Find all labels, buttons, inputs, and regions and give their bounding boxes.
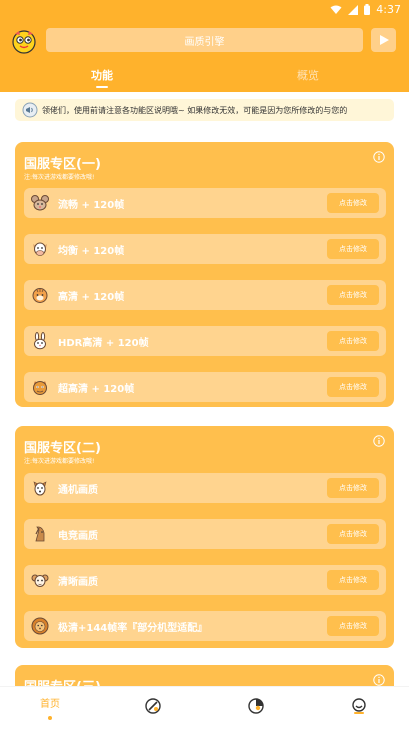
bottom-navigation: 首页 <box>0 686 409 729</box>
modify-button[interactable]: 点击修改 <box>327 331 379 351</box>
region-card-1: 国服专区(一) 注:每次进游戏都要修改哦! 流畅 + 120帧 点击修改 均衡 … <box>15 142 394 407</box>
card-note: 注:每次进游戏都要修改哦! <box>24 458 95 465</box>
tiger-icon <box>32 288 48 303</box>
list-item[interactable]: 清晰画质 点击修改 <box>24 565 386 595</box>
dragon-icon <box>33 381 47 395</box>
horse-icon <box>35 526 45 542</box>
pie-chart-icon <box>248 698 264 714</box>
region-card-2: 国服专区(二) 注:每次进游戏都要修改哦! 通机画质 点击修改 电竞画质 点击修… <box>15 426 394 648</box>
mouse-icon <box>31 195 49 211</box>
item-label: 清晰画质 <box>58 577 98 588</box>
modify-button[interactable]: 点击修改 <box>327 285 379 305</box>
card-title: 国服专区(二) <box>24 441 101 456</box>
page-title: 画质引擎 <box>184 36 225 48</box>
item-label: 极清+144帧率『部分机型适配』 <box>58 623 208 634</box>
modify-button[interactable]: 点击修改 <box>327 193 379 213</box>
tab-bar: 功能 概览 <box>0 64 409 92</box>
wifi-icon <box>330 5 342 14</box>
nav-home-label: 首页 <box>40 699 60 710</box>
cow-icon <box>33 242 47 256</box>
dog-icon <box>33 481 47 496</box>
list-item[interactable]: 均衡 + 120帧 点击修改 <box>24 234 386 264</box>
item-label: 超高清 + 120帧 <box>58 384 135 395</box>
list-item[interactable]: 流畅 + 120帧 点击修改 <box>24 188 386 218</box>
modify-button[interactable]: 点击修改 <box>327 478 379 498</box>
card-title: 国服专区(一) <box>24 157 101 172</box>
tools-icon <box>145 698 161 714</box>
megaphone-icon <box>22 102 38 118</box>
item-label: 高清 + 120帧 <box>58 292 125 303</box>
item-label: 通机画质 <box>58 485 98 496</box>
info-icon[interactable] <box>373 151 385 163</box>
nav-tools[interactable] <box>103 687 203 729</box>
modify-button[interactable]: 点击修改 <box>327 524 379 544</box>
page-title-bar: 画质引擎 <box>46 28 363 52</box>
battery-icon <box>364 4 371 15</box>
modify-button[interactable]: 点击修改 <box>327 377 379 397</box>
card-note: 注:每次进游戏都要修改哦! <box>24 174 95 181</box>
play-button[interactable] <box>371 28 396 52</box>
item-label: 均衡 + 120帧 <box>58 246 125 257</box>
info-icon[interactable] <box>373 435 385 447</box>
nav-active-dot <box>48 716 52 720</box>
item-label: 电竞画质 <box>58 531 98 542</box>
lion-icon <box>31 617 49 635</box>
status-time: 4:37 <box>376 3 401 16</box>
nav-stats[interactable] <box>206 687 306 729</box>
list-item[interactable]: 极清+144帧率『部分机型适配』 点击修改 <box>24 611 386 641</box>
list-item[interactable]: 电竞画质 点击修改 <box>24 519 386 549</box>
list-item[interactable]: 超高清 + 120帧 点击修改 <box>24 372 386 402</box>
list-item[interactable]: 通机画质 点击修改 <box>24 473 386 503</box>
play-icon <box>379 35 389 45</box>
tab-overview[interactable]: 概览 <box>297 67 319 83</box>
modify-button[interactable]: 点击修改 <box>327 616 379 636</box>
status-bar: 4:37 <box>0 0 409 20</box>
tab-active-indicator <box>96 86 108 88</box>
profile-icon <box>352 698 366 714</box>
nav-home[interactable]: 首页 <box>0 687 100 729</box>
item-label: 流畅 + 120帧 <box>58 200 125 211</box>
notice-banner: 领佬们，使用前请注意各功能区说明哦~ 如果修改无效，可能是因为您所修改的与您的 <box>15 99 394 121</box>
top-app-bar: 4:37 画质引擎 功能 概览 <box>0 0 409 92</box>
item-label: HDR高清 + 120帧 <box>58 338 149 349</box>
rabbit-icon <box>34 332 46 350</box>
app-logo-icon <box>12 30 36 54</box>
info-icon[interactable] <box>373 674 385 686</box>
tab-function[interactable]: 功能 <box>91 67 113 83</box>
modify-button[interactable]: 点击修改 <box>327 239 379 259</box>
cellular-signal-icon <box>348 4 359 15</box>
list-item[interactable]: HDR高清 + 120帧 点击修改 <box>24 326 386 356</box>
nav-profile[interactable] <box>309 687 409 729</box>
list-item[interactable]: 高清 + 120帧 点击修改 <box>24 280 386 310</box>
notice-text: 领佬们，使用前请注意各功能区说明哦~ 如果修改无效，可能是因为您所修改的与您的 <box>42 105 348 115</box>
modify-button[interactable]: 点击修改 <box>327 570 379 590</box>
sheep-icon <box>31 574 49 587</box>
